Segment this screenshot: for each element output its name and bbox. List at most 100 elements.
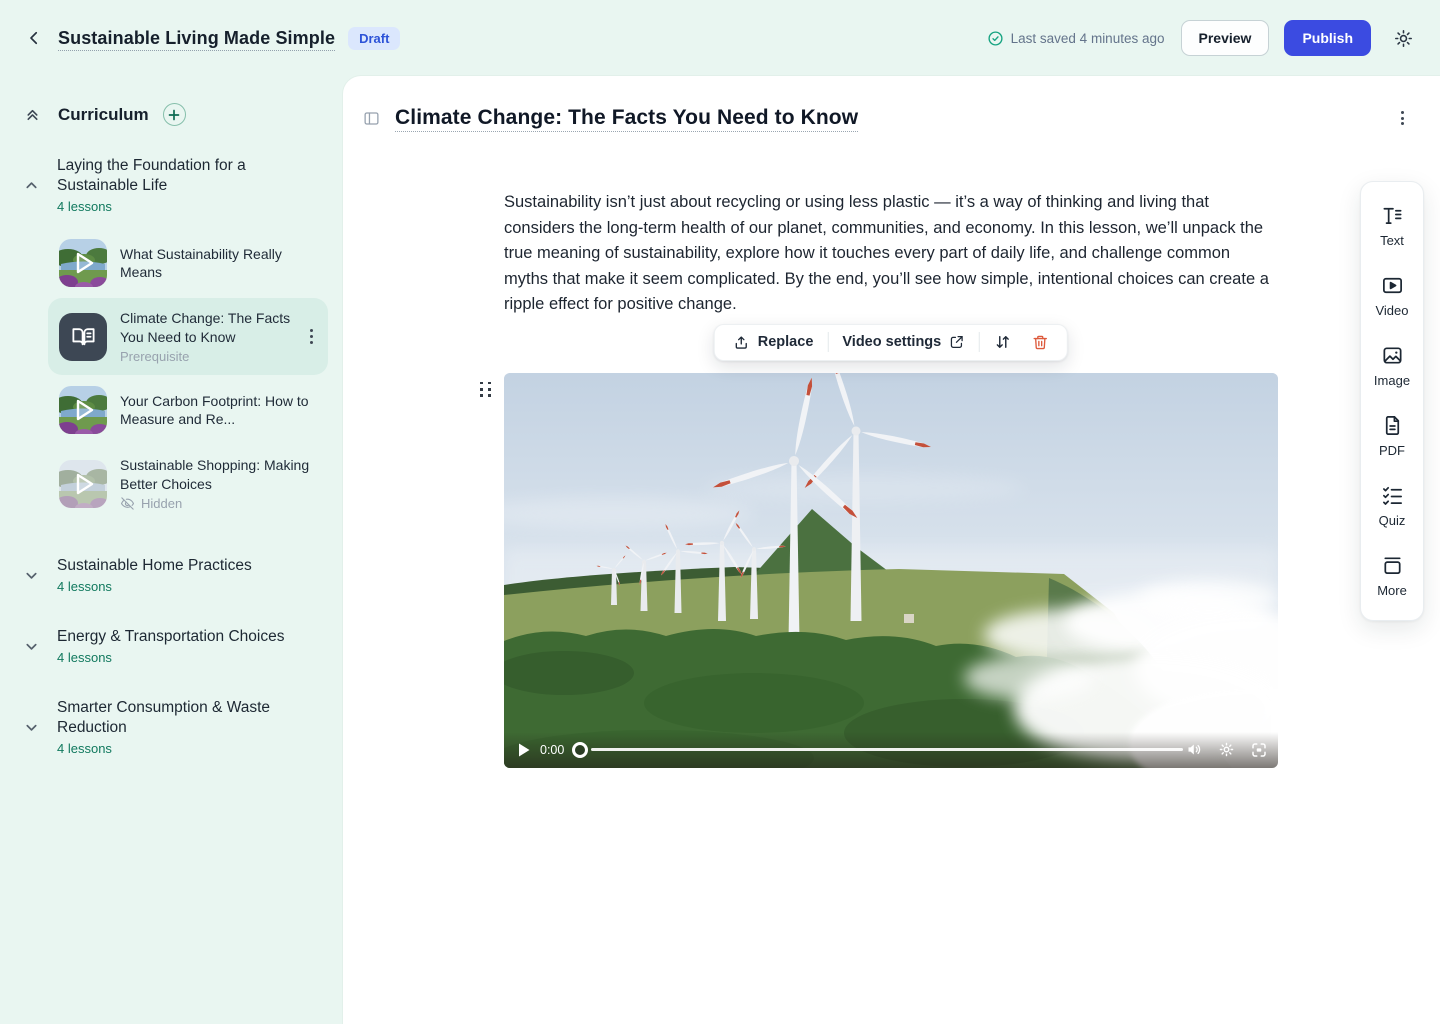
- insert-more-button[interactable]: More: [1361, 541, 1423, 611]
- quiz-block-icon: [1381, 484, 1404, 507]
- volume-button[interactable]: [1186, 741, 1203, 758]
- insert-text-button[interactable]: Text: [1361, 191, 1423, 261]
- book-open-icon: [70, 323, 97, 350]
- section-title: Smarter Consumption & Waste Reduction: [57, 698, 297, 738]
- insert-pdf-button[interactable]: PDF: [1361, 401, 1423, 471]
- insert-quiz-button[interactable]: Quiz: [1361, 471, 1423, 541]
- section-header[interactable]: Energy & Transportation Choices 4 lesson…: [24, 627, 329, 665]
- lesson-paragraph[interactable]: Sustainability isn’t just about recyclin…: [504, 190, 1278, 318]
- toolbar-divider: [979, 332, 980, 352]
- status-badge: Draft: [348, 27, 400, 50]
- save-status-text: Last saved 4 minutes ago: [1011, 31, 1165, 46]
- video-player[interactable]: 0:00: [504, 373, 1278, 768]
- video-poster-wind-turbines: [504, 373, 1278, 768]
- video-toolbar: Replace Video settings: [714, 324, 1068, 361]
- lesson-item-sustainable-shopping[interactable]: Sustainable Shopping: Making Better Choi…: [48, 445, 328, 522]
- back-button[interactable]: [24, 28, 44, 48]
- upload-icon: [733, 334, 750, 351]
- video-block-icon: [1381, 274, 1404, 297]
- curriculum-header: Curriculum: [24, 103, 329, 126]
- publish-button[interactable]: Publish: [1284, 20, 1371, 56]
- settings-button[interactable]: [1393, 28, 1414, 49]
- lesson-title-heading[interactable]: Climate Change: The Facts You Need to Kn…: [395, 106, 858, 130]
- external-link-icon: [949, 334, 965, 350]
- lesson-item-carbon-footprint[interactable]: Your Carbon Footprint: How to Measure an…: [48, 375, 328, 445]
- sidebar-toggle-button[interactable]: [363, 110, 380, 127]
- lesson-title: Climate Change: The Facts You Need to Kn…: [120, 309, 293, 346]
- chevron-down-icon: [24, 639, 40, 654]
- curriculum-section: Laying the Foundation for a Sustainable …: [24, 156, 329, 522]
- section-header[interactable]: Laying the Foundation for a Sustainable …: [24, 156, 329, 214]
- video-block: Replace Video settings: [504, 373, 1278, 768]
- video-thumbnail-hidden: [59, 460, 107, 508]
- curriculum-section: Smarter Consumption & Waste Reduction 4 …: [24, 698, 329, 756]
- section-lesson-count: 4 lessons: [57, 579, 252, 594]
- video-thumbnail: [59, 386, 107, 434]
- reading-thumbnail: [59, 313, 107, 361]
- curriculum-title: Curriculum: [58, 105, 149, 125]
- lesson-menu-button[interactable]: [1397, 107, 1408, 129]
- lesson-item-what-sustainability[interactable]: What Sustainability Really Means: [48, 228, 328, 298]
- pdf-block-icon: [1381, 414, 1404, 437]
- lesson-meta-prerequisite: Prerequisite: [120, 349, 293, 364]
- video-controls: 0:00: [504, 732, 1278, 768]
- video-settings-button[interactable]: Video settings: [832, 325, 975, 360]
- lesson-body: Sustainability isn’t just about recyclin…: [504, 190, 1278, 768]
- lesson-list: What Sustainability Really Means Climate…: [48, 228, 329, 522]
- insert-video-button[interactable]: Video: [1361, 261, 1423, 331]
- curriculum-section: Sustainable Home Practices 4 lessons: [24, 556, 329, 594]
- play-button[interactable]: [514, 741, 534, 759]
- replace-video-button[interactable]: Replace: [723, 325, 824, 360]
- lesson-title: Sustainable Shopping: Making Better Choi…: [120, 456, 317, 493]
- section-title: Energy & Transportation Choices: [57, 627, 284, 647]
- volume-icon: [1186, 741, 1203, 758]
- section-header[interactable]: Sustainable Home Practices 4 lessons: [24, 556, 329, 594]
- preview-button[interactable]: Preview: [1181, 20, 1270, 56]
- section-lesson-count: 4 lessons: [57, 199, 297, 214]
- insert-block-panel: Text Video Image PDF Quiz More: [1360, 181, 1424, 621]
- section-lesson-count: 4 lessons: [57, 741, 297, 756]
- insert-image-button[interactable]: Image: [1361, 331, 1423, 401]
- trash-icon: [1032, 334, 1049, 351]
- gear-icon: [1393, 28, 1414, 49]
- scrubber-handle[interactable]: [572, 742, 588, 758]
- lesson-meta-hidden: Hidden: [120, 496, 317, 511]
- delete-block-button[interactable]: [1022, 325, 1059, 360]
- chevron-left-icon: [25, 29, 43, 47]
- video-thumbnail: [59, 239, 107, 287]
- section-title: Laying the Foundation for a Sustainable …: [57, 156, 297, 196]
- current-time: 0:00: [540, 743, 564, 757]
- chevrons-up-icon: [24, 106, 41, 123]
- eye-off-icon: [120, 496, 135, 511]
- text-block-icon: [1381, 204, 1404, 227]
- arrows-down-up-icon: [994, 333, 1012, 351]
- curriculum-sidebar: Curriculum Laying the Foundation for a S…: [0, 76, 343, 1024]
- lesson-menu-button[interactable]: [306, 325, 317, 347]
- chevron-up-icon: [24, 178, 40, 193]
- curriculum-section: Energy & Transportation Choices 4 lesson…: [24, 627, 329, 665]
- toolbar-divider: [827, 332, 828, 352]
- course-title[interactable]: Sustainable Living Made Simple: [58, 28, 335, 49]
- lesson-editor: Climate Change: The Facts You Need to Kn…: [343, 76, 1440, 1024]
- lesson-title: Your Carbon Footprint: How to Measure an…: [120, 392, 317, 429]
- save-status: Last saved 4 minutes ago: [987, 30, 1165, 47]
- block-drag-handle[interactable]: [477, 379, 495, 400]
- lesson-title: What Sustainability Really Means: [120, 245, 317, 282]
- add-section-button[interactable]: [163, 103, 186, 126]
- image-block-icon: [1381, 344, 1404, 367]
- lesson-item-climate-change[interactable]: Climate Change: The Facts You Need to Kn…: [48, 298, 328, 375]
- section-lesson-count: 4 lessons: [57, 650, 284, 665]
- more-blocks-icon: [1381, 554, 1404, 577]
- collapse-all-button[interactable]: [24, 106, 41, 123]
- fullscreen-button[interactable]: [1250, 741, 1268, 759]
- lesson-header: Climate Change: The Facts You Need to Kn…: [343, 76, 1440, 130]
- video-settings-gear-button[interactable]: [1218, 741, 1235, 758]
- section-title: Sustainable Home Practices: [57, 556, 252, 576]
- progress-track[interactable]: [591, 748, 1183, 751]
- check-circle-icon: [987, 30, 1004, 47]
- plus-icon: [168, 109, 180, 121]
- topbar: Sustainable Living Made Simple Draft Las…: [0, 0, 1440, 76]
- section-header[interactable]: Smarter Consumption & Waste Reduction 4 …: [24, 698, 329, 756]
- move-block-button[interactable]: [984, 325, 1022, 360]
- chevron-down-icon: [24, 568, 40, 583]
